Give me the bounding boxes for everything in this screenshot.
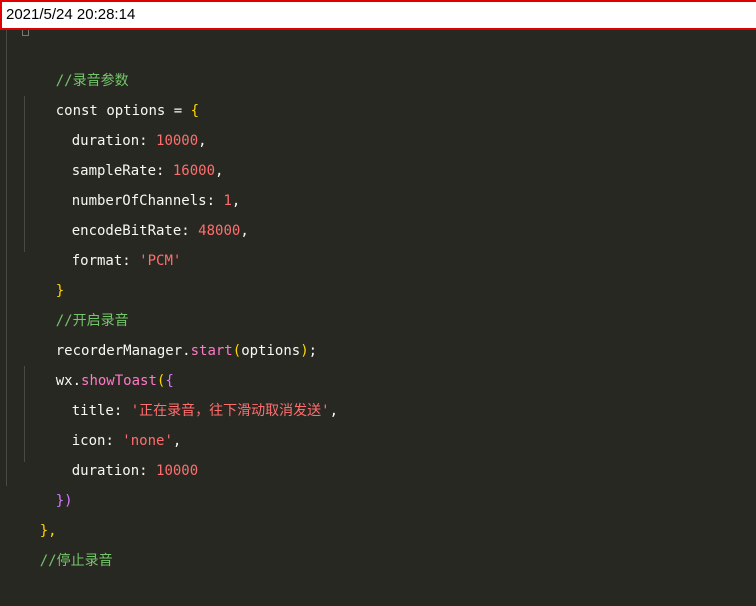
code-line-close-toast: }) (22, 456, 73, 509)
code-editor[interactable]: //录音参数 const options = { duration: 10000… (0, 30, 756, 569)
code-line-format: format: 'PCM' (71, 253, 182, 269)
timestamp-overlay: 2021/5/24 20:28:14 (0, 0, 756, 30)
prop-value: 48000 (198, 223, 241, 239)
method-name: start (190, 343, 233, 359)
prop-key: duration (71, 463, 140, 479)
code-line-close-outer: }, (6, 486, 57, 539)
code-line-toast-duration: duration: 10000 (71, 463, 199, 479)
code-line-comment-start: //开启录音 (22, 276, 129, 329)
code-line-icon: icon: 'none', (71, 433, 182, 449)
code-line-title: title: '正在录音，往下滑动取消发送', (71, 403, 339, 419)
code-line-comment-stop: //停止录音 (6, 516, 113, 569)
prop-key: format (71, 253, 123, 269)
code-line-bitrate: encodeBitRate: 48000, (71, 223, 249, 239)
code-line-channels: numberOfChannels: 1, (71, 193, 241, 209)
code-line-show-toast: wx.showToast({ (55, 373, 174, 389)
code-line-const-options: const options = { (22, 66, 199, 119)
comment: //停止录音 (39, 553, 113, 569)
argument: options (241, 343, 301, 359)
code-line-duration: duration: 10000, (71, 133, 207, 149)
close-call: }) (55, 493, 73, 509)
code-line-recorder-start: recorderManager.start(options); (55, 343, 318, 359)
code-line-samplerate: sampleRate: 16000, (71, 163, 224, 179)
timestamp-text: 2021/5/24 20:28:14 (6, 6, 136, 23)
indent-guide-outer (6, 30, 7, 486)
prop-value: 10000 (156, 463, 199, 479)
code-line-close-options: } (22, 246, 64, 299)
code-line-comment-params: //录音参数 (22, 36, 129, 89)
prop-value: 'PCM' (139, 253, 182, 269)
